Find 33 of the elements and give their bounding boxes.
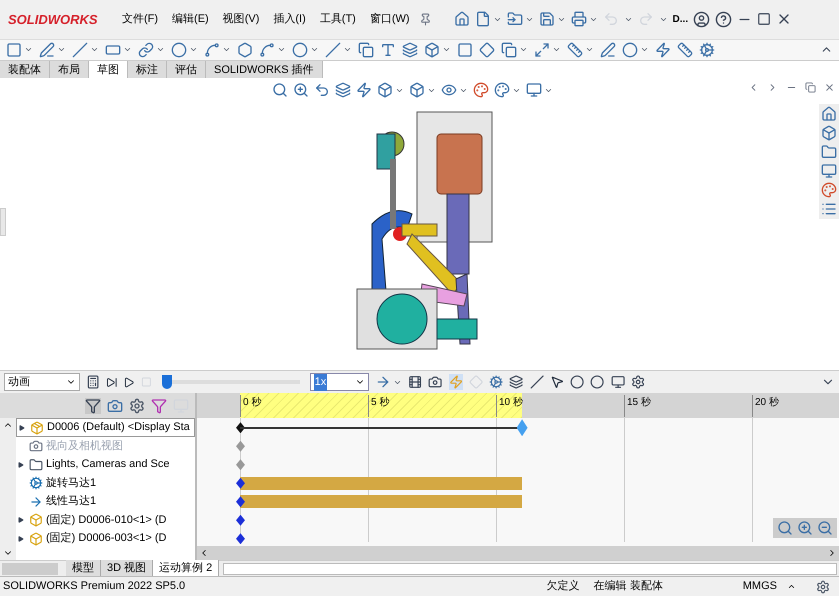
tree-item[interactable]: 线性马达1 — [16, 492, 195, 511]
command-tab[interactable]: 标注 — [128, 61, 167, 78]
product-version: SOLIDWORKS Premium 2022 SP5.0 — [3, 579, 186, 594]
definition-state: 欠定义 — [546, 578, 580, 594]
search-field[interactable]: D... — [672, 12, 688, 27]
unit-system[interactable]: MMGS — [742, 578, 777, 595]
tree-item[interactable]: 旋转马达1 — [16, 474, 195, 492]
study-tab[interactable]: 运动算例 2 — [153, 560, 220, 577]
command-tab[interactable]: 装配体 — [0, 61, 50, 78]
menu-item[interactable]: 文件(F) — [117, 11, 164, 28]
tree-item[interactable]: D0006 (Default) <Display Sta — [16, 418, 195, 437]
menu-item[interactable]: 窗口(W) — [364, 11, 415, 28]
menu-item[interactable]: 编辑(E) — [167, 11, 214, 28]
study-tab[interactable]: 3D 视图 — [101, 560, 154, 577]
time-label: 5 秒 — [368, 395, 390, 418]
time-label: 20 秒 — [752, 395, 779, 418]
study-tab[interactable]: 模型 — [66, 560, 101, 577]
app-logo: SOLIDWORKS — [8, 10, 99, 29]
time-label: 15 秒 — [624, 395, 651, 418]
command-tab[interactable]: 布局 — [50, 61, 89, 78]
time-label: 0 秒 — [240, 395, 262, 418]
speed-select[interactable]: 1x — [310, 373, 370, 392]
tree-item[interactable]: (固定) D0006-010<1> (D — [16, 510, 195, 530]
menu-item[interactable]: 视图(V) — [218, 11, 264, 28]
menu-item[interactable]: 插入(I) — [268, 11, 311, 28]
tree-item[interactable]: Lights, Cameras and Sce — [16, 455, 195, 474]
menu-item[interactable]: 工具(T) — [314, 11, 361, 28]
tree-item[interactable]: (固定) D0006-003<1> (D — [16, 529, 195, 548]
edit-mode: 在编辑 装配体 — [594, 579, 663, 594]
time-label: 10 秒 — [496, 395, 523, 418]
command-tab[interactable]: SOLIDWORKS 插件 — [206, 61, 323, 78]
command-tab[interactable]: 评估 — [167, 61, 206, 78]
study-type-select[interactable]: 动画 — [4, 373, 80, 392]
